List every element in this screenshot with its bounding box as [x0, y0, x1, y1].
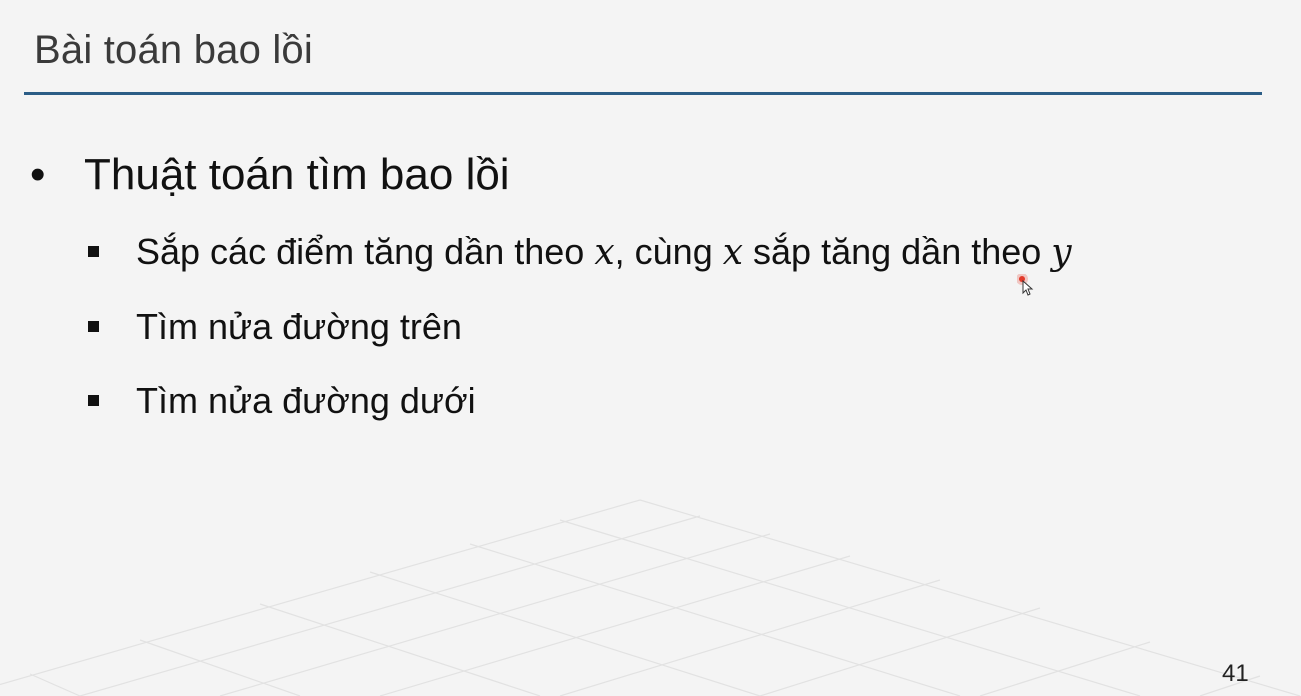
main-bullet-text: Thuật toán tìm bao lồi — [84, 150, 510, 199]
background-perspective-grid — [0, 499, 1301, 696]
square-bullet-icon — [88, 246, 99, 257]
sub-bullet-text: Tìm nửa đường dưới — [136, 380, 476, 421]
sub-bullet-text: Sắp các điểm tăng dần theo 𝑥, cùng 𝑥 sắp… — [136, 231, 1072, 273]
round-bullet-icon: • — [30, 150, 46, 199]
square-bullet-icon — [88, 395, 99, 406]
title-divider — [24, 92, 1262, 95]
laser-pointer-icon — [1017, 274, 1034, 296]
page-number: 41 — [1222, 660, 1249, 687]
sub-bullet-text: Tìm nửa đường trên — [136, 306, 462, 347]
slide-title: Bài toán bao lồi — [34, 28, 313, 72]
square-bullet-icon — [88, 321, 99, 332]
